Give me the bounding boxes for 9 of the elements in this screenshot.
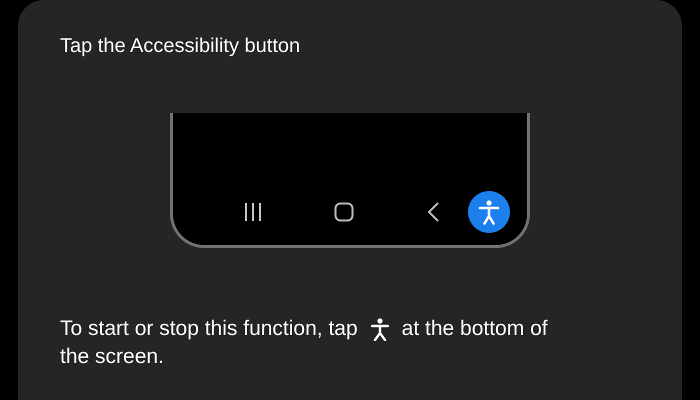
home-icon (334, 202, 354, 222)
dialog-title: Tap the Accessibility button (60, 34, 302, 59)
recent-apps-icon (243, 202, 263, 222)
accessibility-button[interactable] (468, 191, 510, 233)
accessibility-icon (370, 317, 390, 341)
instruction-text: the screen. (60, 344, 164, 370)
back-icon (427, 202, 439, 222)
instruction-text: To start or stop this function, tap (60, 316, 358, 342)
instruction-text: at the bottom of (402, 316, 548, 342)
